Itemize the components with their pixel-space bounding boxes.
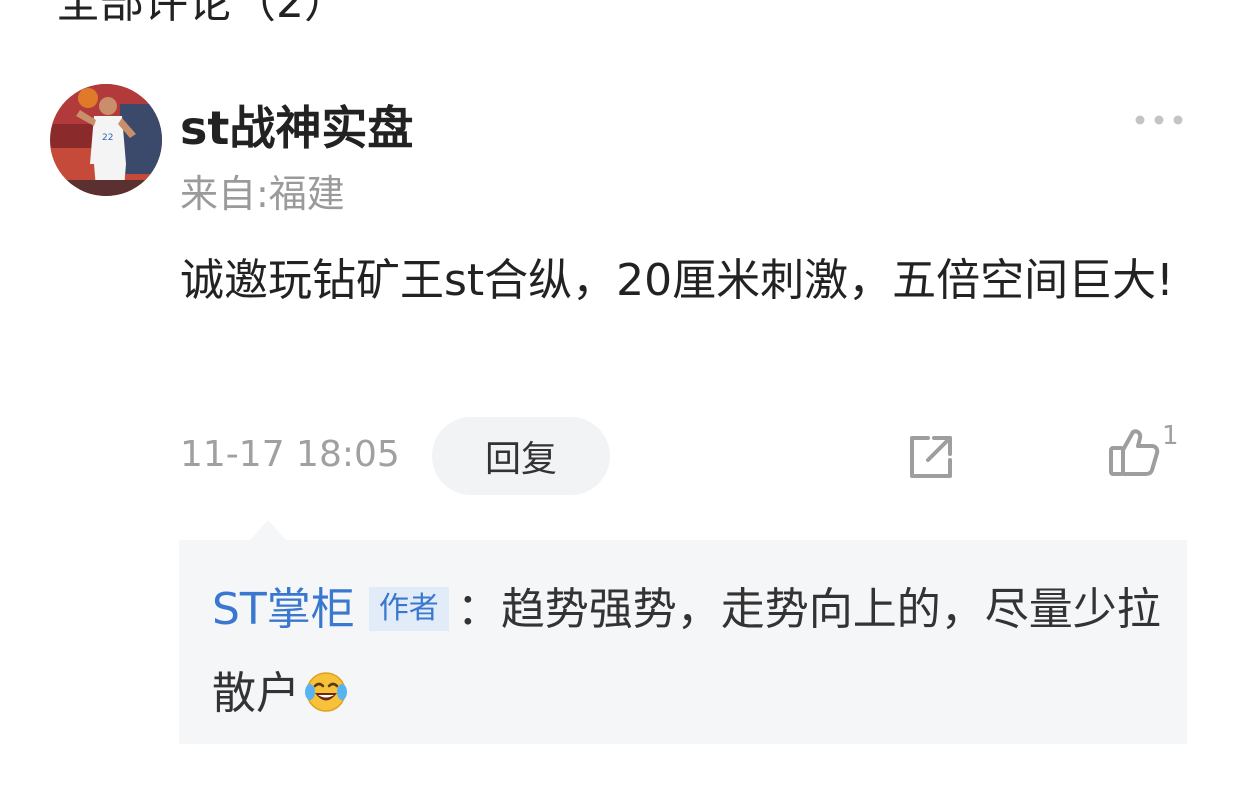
reply-author[interactable]: ST掌柜 <box>212 584 355 635</box>
svg-text:22: 22 <box>102 133 113 143</box>
avatar[interactable]: 22 <box>50 84 162 196</box>
author-badge: 作者 <box>368 587 449 631</box>
thumbs-up-icon[interactable] <box>1106 426 1164 480</box>
reply-button[interactable]: 回复 <box>432 417 610 495</box>
username[interactable]: st战神实盘 <box>180 92 413 158</box>
reply-box-caret <box>250 520 286 540</box>
laughing-tears-emoji-icon <box>304 658 348 712</box>
more-dots-icon[interactable] <box>1132 106 1186 134</box>
share-icon[interactable] <box>904 430 958 484</box>
comment-text: 诚邀玩钻矿王st合纵，20厘米刺激，五倍空间巨大! <box>180 255 1174 306</box>
comments-section-title: 全部评论（2） <box>56 0 348 28</box>
like-count: 1 <box>1162 421 1179 451</box>
reply-separator: ： <box>456 584 501 635</box>
comment-timestamp: 11-17 18:05 <box>180 434 400 475</box>
location-label: 来自:福建 <box>180 172 345 216</box>
reply-content: ST掌柜 作者 ：趋势强势，走势向上的，尽量少拉散户 <box>212 568 1162 736</box>
comment-page: 全部评论（2） 22 st战神实盘 来自:福建 诚邀玩钻矿王st合纵，20厘米刺… <box>0 0 1236 792</box>
